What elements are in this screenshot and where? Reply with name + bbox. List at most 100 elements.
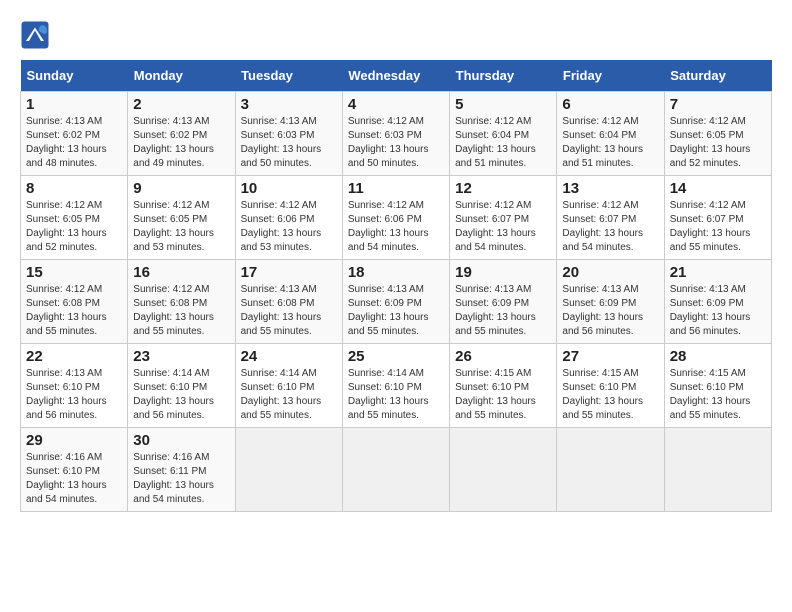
day-info: Sunrise: 4:14 AM Sunset: 6:10 PM Dayligh… [348, 367, 444, 423]
week-row-2: 15Sunrise: 4:12 AM Sunset: 6:08 PM Dayli… [21, 260, 772, 344]
day-number: 29 [26, 432, 122, 449]
calendar-cell: 27 Sunrise: 4:15 AM Sunset: 6:10 PM Dayli… [557, 344, 664, 428]
calendar-cell: 18 Sunrise: 4:13 AM Sunset: 6:09 PM Dayli… [342, 260, 449, 344]
calendar-cell: 6 Sunrise: 4:12 AM Sunset: 6:04 PM Daylig… [557, 92, 664, 176]
day-number: 2 [133, 96, 229, 113]
calendar-cell: 24 Sunrise: 4:14 AM Sunset: 6:10 PM Dayli… [235, 344, 342, 428]
calendar-cell: 7 Sunrise: 4:12 AM Sunset: 6:05 PM Daylig… [664, 92, 771, 176]
day-number: 8 [26, 180, 122, 197]
day-number: 7 [670, 96, 766, 113]
calendar-cell [342, 428, 449, 512]
day-info: Sunrise: 4:13 AM Sunset: 6:10 PM Dayligh… [26, 367, 122, 423]
calendar-cell: 11 Sunrise: 4:12 AM Sunset: 6:06 PM Dayli… [342, 176, 449, 260]
week-row-0: 1Sunrise: 4:13 AM Sunset: 6:02 PM Daylig… [21, 92, 772, 176]
day-number: 28 [670, 348, 766, 365]
day-info: Sunrise: 4:13 AM Sunset: 6:09 PM Dayligh… [670, 283, 766, 339]
day-number: 1 [26, 96, 122, 113]
header-day-wednesday: Wednesday [342, 60, 449, 92]
header-day-friday: Friday [557, 60, 664, 92]
day-number: 6 [562, 96, 658, 113]
day-number: 13 [562, 180, 658, 197]
day-info: Sunrise: 4:12 AM Sunset: 6:03 PM Dayligh… [348, 115, 444, 171]
day-number: 14 [670, 180, 766, 197]
calendar-body: 1Sunrise: 4:13 AM Sunset: 6:02 PM Daylig… [21, 92, 772, 512]
calendar-cell: 26 Sunrise: 4:15 AM Sunset: 6:10 PM Dayli… [450, 344, 557, 428]
day-number: 10 [241, 180, 337, 197]
calendar-cell: 15Sunrise: 4:12 AM Sunset: 6:08 PM Dayli… [21, 260, 128, 344]
calendar-cell: 10 Sunrise: 4:12 AM Sunset: 6:06 PM Dayli… [235, 176, 342, 260]
day-info: Sunrise: 4:12 AM Sunset: 6:07 PM Dayligh… [670, 199, 766, 255]
calendar-cell: 2Sunrise: 4:13 AM Sunset: 6:02 PM Daylig… [128, 92, 235, 176]
calendar-cell: 28 Sunrise: 4:15 AM Sunset: 6:10 PM Dayli… [664, 344, 771, 428]
header-row: SundayMondayTuesdayWednesdayThursdayFrid… [21, 60, 772, 92]
day-info: Sunrise: 4:12 AM Sunset: 6:06 PM Dayligh… [348, 199, 444, 255]
day-number: 21 [670, 264, 766, 281]
day-number: 17 [241, 264, 337, 281]
calendar-header: SundayMondayTuesdayWednesdayThursdayFrid… [21, 60, 772, 92]
header-day-thursday: Thursday [450, 60, 557, 92]
logo [20, 20, 54, 50]
day-info: Sunrise: 4:13 AM Sunset: 6:03 PM Dayligh… [241, 115, 337, 171]
day-info: Sunrise: 4:13 AM Sunset: 6:09 PM Dayligh… [455, 283, 551, 339]
calendar-cell: 19Sunrise: 4:13 AM Sunset: 6:09 PM Dayli… [450, 260, 557, 344]
day-info: Sunrise: 4:12 AM Sunset: 6:05 PM Dayligh… [670, 115, 766, 171]
day-number: 15 [26, 264, 122, 281]
day-info: Sunrise: 4:13 AM Sunset: 6:08 PM Dayligh… [241, 283, 337, 339]
day-number: 26 [455, 348, 551, 365]
day-number: 5 [455, 96, 551, 113]
header-day-monday: Monday [128, 60, 235, 92]
day-number: 22 [26, 348, 122, 365]
calendar-cell: 8 Sunrise: 4:12 AM Sunset: 6:05 PM Daylig… [21, 176, 128, 260]
calendar-cell: 21 Sunrise: 4:13 AM Sunset: 6:09 PM Dayli… [664, 260, 771, 344]
day-number: 16 [133, 264, 229, 281]
calendar-cell: 3 Sunrise: 4:13 AM Sunset: 6:03 PM Daylig… [235, 92, 342, 176]
day-info: Sunrise: 4:13 AM Sunset: 6:09 PM Dayligh… [348, 283, 444, 339]
day-info: Sunrise: 4:15 AM Sunset: 6:10 PM Dayligh… [455, 367, 551, 423]
calendar-cell: 23 Sunrise: 4:14 AM Sunset: 6:10 PM Dayli… [128, 344, 235, 428]
calendar-cell: 20Sunrise: 4:13 AM Sunset: 6:09 PM Dayli… [557, 260, 664, 344]
calendar-cell [235, 428, 342, 512]
day-info: Sunrise: 4:12 AM Sunset: 6:06 PM Dayligh… [241, 199, 337, 255]
day-info: Sunrise: 4:12 AM Sunset: 6:07 PM Dayligh… [455, 199, 551, 255]
calendar-cell [557, 428, 664, 512]
day-info: Sunrise: 4:15 AM Sunset: 6:10 PM Dayligh… [670, 367, 766, 423]
calendar-cell [450, 428, 557, 512]
day-number: 11 [348, 180, 444, 197]
calendar-cell: 1Sunrise: 4:13 AM Sunset: 6:02 PM Daylig… [21, 92, 128, 176]
day-info: Sunrise: 4:12 AM Sunset: 6:05 PM Dayligh… [26, 199, 122, 255]
day-number: 27 [562, 348, 658, 365]
day-info: Sunrise: 4:14 AM Sunset: 6:10 PM Dayligh… [133, 367, 229, 423]
week-row-4: 29 Sunrise: 4:16 AM Sunset: 6:10 PM Dayli… [21, 428, 772, 512]
calendar-table: SundayMondayTuesdayWednesdayThursdayFrid… [20, 60, 772, 512]
calendar-cell: 12 Sunrise: 4:12 AM Sunset: 6:07 PM Dayli… [450, 176, 557, 260]
calendar-cell: 22 Sunrise: 4:13 AM Sunset: 6:10 PM Dayli… [21, 344, 128, 428]
day-number: 20 [562, 264, 658, 281]
day-number: 23 [133, 348, 229, 365]
calendar-cell: 4Sunrise: 4:12 AM Sunset: 6:03 PM Daylig… [342, 92, 449, 176]
day-info: Sunrise: 4:12 AM Sunset: 6:04 PM Dayligh… [562, 115, 658, 171]
calendar-cell: 16Sunrise: 4:12 AM Sunset: 6:08 PM Dayli… [128, 260, 235, 344]
calendar-cell: 30Sunrise: 4:16 AM Sunset: 6:11 PM Dayli… [128, 428, 235, 512]
day-info: Sunrise: 4:12 AM Sunset: 6:07 PM Dayligh… [562, 199, 658, 255]
day-number: 24 [241, 348, 337, 365]
day-info: Sunrise: 4:14 AM Sunset: 6:10 PM Dayligh… [241, 367, 337, 423]
day-number: 25 [348, 348, 444, 365]
header-day-sunday: Sunday [21, 60, 128, 92]
day-info: Sunrise: 4:15 AM Sunset: 6:10 PM Dayligh… [562, 367, 658, 423]
day-info: Sunrise: 4:12 AM Sunset: 6:05 PM Dayligh… [133, 199, 229, 255]
day-info: Sunrise: 4:16 AM Sunset: 6:10 PM Dayligh… [26, 451, 122, 507]
day-number: 12 [455, 180, 551, 197]
header-day-saturday: Saturday [664, 60, 771, 92]
week-row-1: 8 Sunrise: 4:12 AM Sunset: 6:05 PM Daylig… [21, 176, 772, 260]
logo-icon [20, 20, 50, 50]
calendar-cell: 13 Sunrise: 4:12 AM Sunset: 6:07 PM Dayli… [557, 176, 664, 260]
header [20, 20, 772, 50]
calendar-cell: 5Sunrise: 4:12 AM Sunset: 6:04 PM Daylig… [450, 92, 557, 176]
day-number: 9 [133, 180, 229, 197]
week-row-3: 22 Sunrise: 4:13 AM Sunset: 6:10 PM Dayli… [21, 344, 772, 428]
calendar-cell [664, 428, 771, 512]
day-number: 18 [348, 264, 444, 281]
day-info: Sunrise: 4:16 AM Sunset: 6:11 PM Dayligh… [133, 451, 229, 507]
header-day-tuesday: Tuesday [235, 60, 342, 92]
day-number: 3 [241, 96, 337, 113]
